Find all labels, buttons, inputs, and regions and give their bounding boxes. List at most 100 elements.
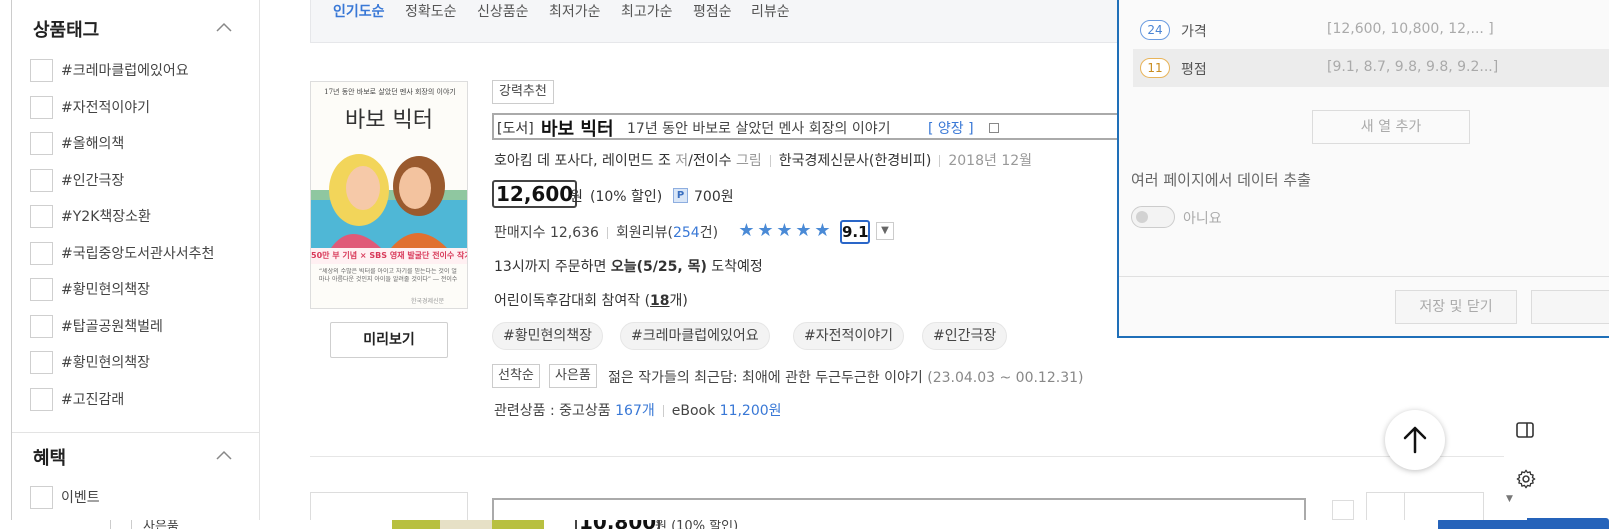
- checkbox[interactable]: [30, 387, 53, 411]
- ebook-label: eBook: [671, 403, 716, 419]
- star-icon: ★: [776, 220, 793, 241]
- gear-icon[interactable]: [1515, 468, 1537, 490]
- tag-chip[interactable]: #자전적이야기: [793, 322, 905, 350]
- book-cover-image[interactable]: 17년 동안 바보로 살았던 멘사 회장의 이야기 바보 빅터 50만 부 기념…: [310, 81, 468, 309]
- cover-publisher: 한국경제신문: [411, 298, 445, 305]
- tag-filter-item[interactable]: #올해의책: [30, 130, 124, 156]
- tag-filter-item[interactable]: #고진감래: [30, 386, 124, 412]
- delivery-prefix: 13시까지 주문하면: [494, 259, 611, 275]
- review-suffix: 건): [699, 225, 719, 241]
- preview-button[interactable]: 미리보기: [330, 322, 448, 358]
- tag-filter-item[interactable]: #황민현의책장: [30, 276, 150, 302]
- tag-filter-item[interactable]: #인간극장: [30, 167, 124, 193]
- sort-option-accuracy[interactable]: 정확도순: [405, 1, 457, 21]
- tag-filter-label: #Y2K책장소환: [61, 209, 151, 225]
- tag-filter-label: #황민현의책장: [61, 355, 151, 371]
- author-link-2[interactable]: 레이먼드 조: [602, 153, 671, 169]
- benefit-filter-item[interactable]: 이벤트: [30, 484, 100, 510]
- cover-title: 바보 빅터: [345, 108, 433, 133]
- event-badge-first-come: 선착순: [492, 364, 540, 388]
- tag-chip[interactable]: #크레마클럽에있어요: [620, 322, 770, 350]
- checkbox[interactable]: [30, 350, 53, 374]
- column-row-price[interactable]: 24 가격 [12,600, 10,800, 12,... ]: [1133, 11, 1609, 49]
- checkbox[interactable]: [30, 58, 53, 82]
- add-column-button[interactable]: 새 열 추가: [1312, 110, 1470, 144]
- point-icon: P: [673, 188, 688, 203]
- column-sample-values: [9.1, 8.7, 9.8, 9.8, 9.2...]: [1327, 59, 1499, 75]
- publisher-link[interactable]: 한국경제신문사(한경비피): [779, 153, 932, 169]
- review-count-link[interactable]: 254: [673, 225, 700, 241]
- book-title-link[interactable]: 바보 빅터: [541, 115, 614, 141]
- checkbox[interactable]: [30, 241, 53, 265]
- sidebar-divider: [12, 432, 260, 433]
- checkbox[interactable]: [30, 485, 53, 509]
- next-book-quantity[interactable]: [1366, 492, 1484, 520]
- cover-quote: “세상의 수많은 빅터를 아이고 자기를 믿는다는 것이 얼마나 아름다운 것인…: [319, 268, 458, 283]
- checkbox[interactable]: [30, 314, 53, 338]
- checkbox[interactable]: [30, 277, 53, 301]
- book-category: [도서]: [497, 121, 534, 137]
- translator-link[interactable]: 전이수: [693, 153, 732, 169]
- author-role: 저: [675, 153, 689, 169]
- sort-option-lowest-price[interactable]: 최저가순: [549, 1, 601, 21]
- tag-filter-label: #인간극장: [61, 173, 125, 189]
- delivery-info: 13시까지 주문하면 오늘(5/25, 목) 도착예정: [494, 256, 763, 276]
- tag-filter-label: #크레마클럽에있어요: [61, 63, 189, 79]
- tag-filter-item[interactable]: #자전적이야기: [30, 94, 150, 120]
- multi-page-toggle[interactable]: [1131, 206, 1175, 228]
- separator: [662, 405, 664, 417]
- checkbox[interactable]: [30, 131, 53, 155]
- filter-sidebar: 상품태그 #크레마클럽에있어요 #자전적이야기 #올해의책 #인간극장 #Y2K책장소환…: [12, 0, 260, 520]
- tag-filter-item[interactable]: #탑골공원책벌레: [30, 313, 163, 339]
- tag-filter-label: #황민현의책장: [61, 282, 151, 298]
- sort-option-newest[interactable]: 신상품순: [477, 1, 529, 21]
- separator: [939, 155, 941, 167]
- author-link[interactable]: 호아킴 데 포사다: [494, 153, 593, 169]
- sale-price: 12,600: [492, 180, 578, 208]
- tag-filter-item[interactable]: #Y2K책장소환: [30, 203, 151, 229]
- tag-filter-item[interactable]: #황민현의책장: [30, 349, 150, 375]
- next-book-title-row[interactable]: [492, 498, 1306, 520]
- checkbox[interactable]: [30, 204, 53, 228]
- event-period: (23.04.03 ~ 00.12.31): [927, 370, 1084, 386]
- multi-page-label: 여러 페이지에서 데이터 추출: [1131, 171, 1311, 189]
- column-row-rating[interactable]: 11 평점 [9.1, 8.7, 9.8, 9.8, 9.2...]: [1133, 49, 1609, 87]
- tag-chip[interactable]: #황민현의책장: [492, 322, 604, 350]
- sort-option-rating[interactable]: 평점순: [693, 1, 732, 21]
- chevron-down-icon[interactable]: ▼: [876, 222, 894, 240]
- column-sample-values: [12,600, 10,800, 12,... ]: [1327, 21, 1494, 37]
- toggle-knob: [1136, 211, 1148, 223]
- scroll-to-top-button[interactable]: [1385, 410, 1445, 470]
- award-suffix: 개): [669, 293, 688, 309]
- ebook-price-link[interactable]: 11,200원: [720, 403, 782, 419]
- benefit-filter-label: 이벤트: [61, 490, 100, 506]
- chevron-up-icon[interactable]: [216, 20, 232, 36]
- chevron-up-icon[interactable]: [216, 448, 232, 464]
- tag-chip[interactable]: #인간극장: [922, 322, 1008, 350]
- next-book-cover[interactable]: [310, 492, 468, 520]
- sort-option-reviews[interactable]: 리뷰순: [751, 1, 790, 21]
- external-link-icon[interactable]: [989, 123, 999, 133]
- secondary-dialog-button[interactable]: [1531, 290, 1609, 324]
- award-count-link[interactable]: 18: [650, 293, 669, 309]
- next-book-checkbox[interactable]: [1332, 500, 1354, 520]
- price-unit: 원: [570, 189, 583, 205]
- event-info[interactable]: 젊은 작가들의 최근담: 최애에 관한 두근두근한 이야기 (23.04.03 …: [608, 367, 1083, 387]
- tag-filter-item[interactable]: #국립중앙도서관사서추천: [30, 240, 214, 266]
- used-count-link[interactable]: 167개: [615, 403, 655, 419]
- data-extraction-dialog: 24 가격 [12,600, 10,800, 12,... ] 11 평점 [9…: [1117, 0, 1609, 338]
- event-text[interactable]: 젊은 작가들의 최근담: 최애에 관한 두근두근한 이야기: [608, 370, 923, 386]
- star-icon: ★: [757, 220, 774, 241]
- save-and-close-button[interactable]: 저장 및 닫기: [1395, 290, 1517, 324]
- binding-type: [ 양장 ]: [928, 121, 974, 137]
- scroll-down-arrow[interactable]: ▼: [1506, 494, 1516, 504]
- side-panel-icon[interactable]: [1515, 420, 1535, 440]
- checkbox[interactable]: [30, 95, 53, 119]
- checkbox[interactable]: [30, 168, 53, 192]
- tag-filter-item[interactable]: #크레마클럽에있어요: [30, 57, 189, 83]
- sort-option-popular[interactable]: 인기도순: [333, 1, 385, 21]
- sort-option-highest-price[interactable]: 최고가순: [621, 1, 673, 21]
- star-icon: ★: [738, 220, 755, 241]
- column-name: 평점: [1181, 62, 1207, 78]
- recommend-badge: 강력추천: [492, 80, 554, 104]
